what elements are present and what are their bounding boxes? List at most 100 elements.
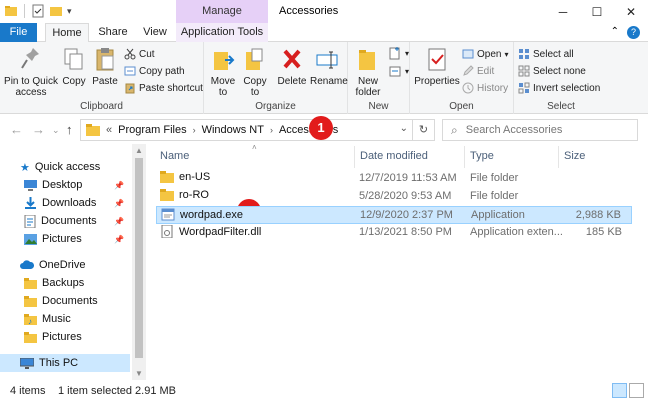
star-icon: ★ bbox=[20, 161, 30, 174]
open-group-label: Open bbox=[449, 101, 474, 112]
recent-locations-icon[interactable]: ⌄ bbox=[52, 125, 60, 136]
paste-button[interactable]: Paste bbox=[90, 46, 120, 87]
edit-icon bbox=[463, 65, 474, 76]
history-button[interactable]: History bbox=[462, 82, 508, 94]
nav-item-documents[interactable]: Documents 📌 bbox=[0, 212, 130, 230]
file-name: wordpad.exe bbox=[180, 208, 243, 221]
file-date: 1/13/2021 8:50 PM bbox=[359, 226, 452, 238]
tab-file[interactable]: File bbox=[0, 23, 37, 42]
copy-to-icon bbox=[246, 48, 263, 70]
properties-button[interactable]: Properties bbox=[414, 46, 460, 87]
rename-button[interactable]: Rename bbox=[310, 46, 348, 87]
select-none-button[interactable]: Select none bbox=[518, 65, 586, 77]
open-button[interactable]: Open ▾ bbox=[462, 48, 508, 60]
properties-icon[interactable] bbox=[31, 4, 45, 18]
file-row[interactable]: ro-RO 5/28/2020 9:53 AM File folder bbox=[156, 188, 632, 206]
pin-icon[interactable]: 📌 bbox=[114, 199, 124, 208]
column-header-date-modified[interactable]: Date modified bbox=[360, 150, 428, 168]
file-row-selected[interactable]: wordpad.exe 12/9/2020 2:37 PM Applicatio… bbox=[156, 206, 632, 224]
new-folder-icon bbox=[359, 50, 375, 70]
delete-button[interactable]: Delete bbox=[276, 46, 308, 87]
computer-icon bbox=[20, 357, 34, 369]
file-type: Application bbox=[471, 209, 525, 221]
up-arrow-icon[interactable]: ↑ bbox=[66, 122, 73, 137]
open-group: Properties Open ▾ Edit History Open bbox=[410, 42, 514, 114]
search-box[interactable]: ⌕ Search Accessories bbox=[442, 119, 638, 141]
status-selection: 1 item selected 2.91 MB bbox=[58, 385, 177, 397]
large-icons-view-button[interactable] bbox=[629, 383, 644, 398]
tab-application-tools[interactable]: Application Tools bbox=[176, 23, 268, 42]
collapse-ribbon-icon[interactable]: ⌃ bbox=[611, 26, 619, 39]
select-all-icon bbox=[519, 49, 529, 59]
details-view-button[interactable] bbox=[612, 383, 627, 398]
pin-icon[interactable]: 📌 bbox=[114, 217, 124, 226]
nav-item-onedrive[interactable]: OneDrive bbox=[0, 256, 130, 274]
breadcrumb-program-files[interactable]: Program Files bbox=[118, 124, 186, 136]
quick-access-toolbar: ▾ bbox=[4, 4, 72, 18]
close-button[interactable]: ✕ bbox=[614, 0, 648, 23]
svg-text:♪: ♪ bbox=[28, 317, 32, 325]
copy-button[interactable]: Copy bbox=[60, 46, 88, 87]
customize-qat-icon[interactable]: ▾ bbox=[67, 6, 72, 17]
cloud-icon bbox=[20, 260, 34, 269]
nav-item-downloads[interactable]: Downloads 📌 bbox=[0, 194, 130, 212]
move-to-button[interactable]: Move to bbox=[208, 46, 238, 98]
nav-item-this-pc[interactable]: This PC bbox=[0, 354, 130, 372]
nav-item-pictures[interactable]: Pictures 📌 bbox=[0, 230, 130, 248]
new-folder-button[interactable]: New folder bbox=[352, 46, 384, 98]
invert-selection-icon bbox=[518, 82, 530, 94]
edit-button[interactable]: Edit bbox=[462, 65, 494, 77]
scroll-up-icon[interactable]: ▲ bbox=[135, 146, 143, 155]
copy-to-button[interactable]: Copy to bbox=[240, 46, 270, 98]
nav-item-desktop[interactable]: Desktop 📌 bbox=[0, 176, 130, 194]
minimize-button[interactable]: ─ bbox=[546, 0, 580, 23]
back-arrow-icon[interactable]: ← bbox=[10, 122, 23, 137]
new-item-button[interactable]: ▾ bbox=[388, 46, 409, 60]
pin-icon[interactable]: 📌 bbox=[114, 235, 124, 244]
tab-share[interactable]: Share bbox=[94, 23, 132, 42]
breadcrumb-windows-nt[interactable]: Windows NT bbox=[202, 124, 264, 136]
select-all-button[interactable]: Select all bbox=[518, 48, 574, 60]
forward-arrow-icon[interactable]: → bbox=[32, 122, 45, 137]
easy-access-icon bbox=[389, 66, 401, 77]
nav-item-music[interactable]: ♪ Music bbox=[0, 310, 130, 328]
tab-home[interactable]: Home bbox=[45, 23, 89, 43]
chevron-right-icon[interactable]: › bbox=[270, 125, 273, 135]
file-name: WordpadFilter.dll bbox=[179, 225, 262, 238]
help-icon[interactable]: ? bbox=[627, 26, 640, 39]
maximize-button[interactable]: ☐ bbox=[580, 0, 614, 23]
select-group-label: Select bbox=[547, 101, 575, 112]
column-header-size[interactable]: Size bbox=[564, 150, 585, 168]
invert-selection-button[interactable]: Invert selection bbox=[518, 82, 600, 94]
nav-item-backups[interactable]: Backups bbox=[0, 274, 130, 292]
history-icon bbox=[462, 82, 474, 94]
nav-item-onedrive-documents[interactable]: Documents bbox=[0, 292, 130, 310]
pin-icon[interactable]: 📌 bbox=[114, 181, 124, 190]
pictures-icon bbox=[24, 233, 37, 245]
nav-item-onedrive-pictures[interactable]: Pictures bbox=[0, 328, 130, 346]
address-dropdown-icon[interactable]: ⌄ bbox=[400, 123, 408, 134]
pin-to-quick-access-button[interactable]: Pin to Quick access bbox=[4, 46, 58, 98]
documents-icon bbox=[24, 214, 36, 228]
chevron-right-icon[interactable]: › bbox=[193, 125, 196, 135]
nav-pane-scrollbar[interactable]: ▲ ▼ bbox=[132, 144, 146, 380]
refresh-icon[interactable]: ↻ bbox=[412, 120, 434, 140]
column-header-name[interactable]: Name bbox=[160, 150, 189, 168]
easy-access-button[interactable]: ▾ bbox=[388, 64, 409, 78]
window-title: Accessories bbox=[279, 5, 339, 17]
new-folder-icon[interactable] bbox=[49, 4, 63, 18]
address-bar[interactable]: « Program Files › Windows NT › Accessori… bbox=[80, 119, 435, 141]
download-icon bbox=[25, 197, 36, 209]
sort-ascending-icon: ˄ bbox=[252, 143, 257, 152]
scroll-down-icon[interactable]: ▼ bbox=[135, 369, 143, 378]
copy-path-button[interactable]: Copy path bbox=[124, 65, 185, 77]
file-row[interactable]: WordpadFilter.dll 1/13/2021 8:50 PM Appl… bbox=[156, 224, 632, 242]
breadcrumb-overflow[interactable]: « bbox=[106, 124, 112, 136]
nav-item-quick-access[interactable]: ★ Quick access bbox=[0, 158, 130, 176]
file-row[interactable]: en-US 12/7/2019 11:53 AM File folder bbox=[156, 170, 632, 188]
paste-shortcut-button[interactable]: Paste shortcut bbox=[124, 82, 203, 94]
cut-button[interactable]: Cut bbox=[124, 48, 155, 60]
tab-view[interactable]: View bbox=[139, 23, 171, 42]
column-header-type[interactable]: Type bbox=[470, 150, 494, 168]
scrollbar-thumb[interactable] bbox=[135, 158, 143, 358]
